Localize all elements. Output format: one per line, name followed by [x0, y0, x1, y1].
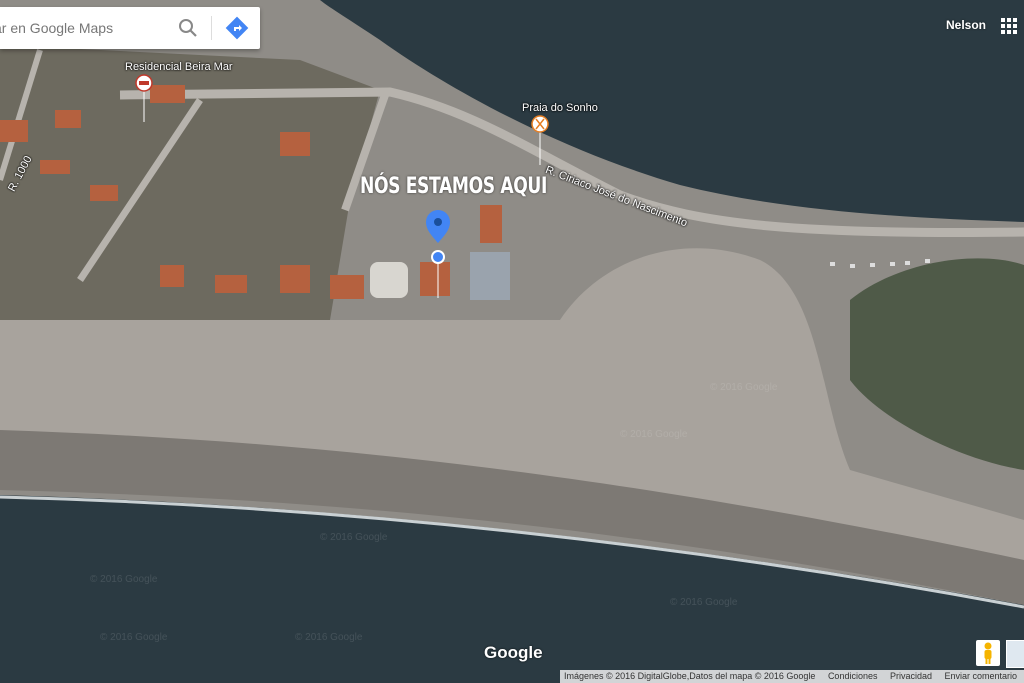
headline-text: NÓS ESTAMOS AQUI [360, 174, 547, 199]
svg-text:© 2016 Google: © 2016 Google [670, 597, 738, 608]
directions-button[interactable] [222, 13, 252, 43]
street-view-button[interactable] [976, 640, 1000, 666]
apps-grid-icon [1001, 18, 1017, 34]
svg-text:© 2016 Google: © 2016 Google [710, 382, 778, 393]
hotel-icon-bed [139, 81, 149, 85]
search-button[interactable] [172, 13, 204, 43]
building-gray [470, 252, 510, 300]
building-white [370, 262, 408, 298]
search-input[interactable] [0, 7, 170, 49]
privacy-link[interactable]: Privacidad [890, 670, 932, 683]
google-logo: Google [484, 643, 543, 662]
svg-text:© 2016 Google: © 2016 Google [295, 632, 363, 643]
svg-text:© 2016 Google: © 2016 Google [90, 574, 158, 585]
svg-text:© 2016 Google: © 2016 Google [620, 429, 688, 440]
footer-bar: Imágenes © 2016 DigitalGlobe,Datos del m… [560, 670, 1024, 683]
svg-text:© 2016 Google: © 2016 Google [100, 632, 168, 643]
place-label-residencial[interactable]: Residencial Beira Mar [125, 61, 233, 73]
place-label-praia[interactable]: Praia do Sonho [522, 102, 598, 114]
location-pin-center [434, 218, 442, 226]
search-separator [211, 16, 212, 40]
search-box [0, 7, 260, 49]
svg-text:© 2016 Google: © 2016 Google [320, 532, 388, 543]
feedback-link[interactable]: Enviar comentario [945, 670, 1018, 683]
location-dot[interactable] [431, 250, 445, 264]
directions-icon [225, 16, 249, 40]
user-name[interactable]: Nelson [946, 18, 986, 32]
apps-button[interactable] [1001, 18, 1017, 34]
satellite-map[interactable]: © 2016 Google © 2016 Google © 2016 Google… [0, 0, 1024, 683]
conditions-link[interactable]: Condiciones [828, 670, 878, 683]
map-layer-toggle[interactable] [1006, 640, 1024, 668]
search-icon [179, 19, 197, 37]
attribution-text: Imágenes © 2016 DigitalGlobe,Datos del m… [564, 671, 816, 681]
town-area [0, 45, 380, 320]
pegman-icon [984, 642, 992, 664]
